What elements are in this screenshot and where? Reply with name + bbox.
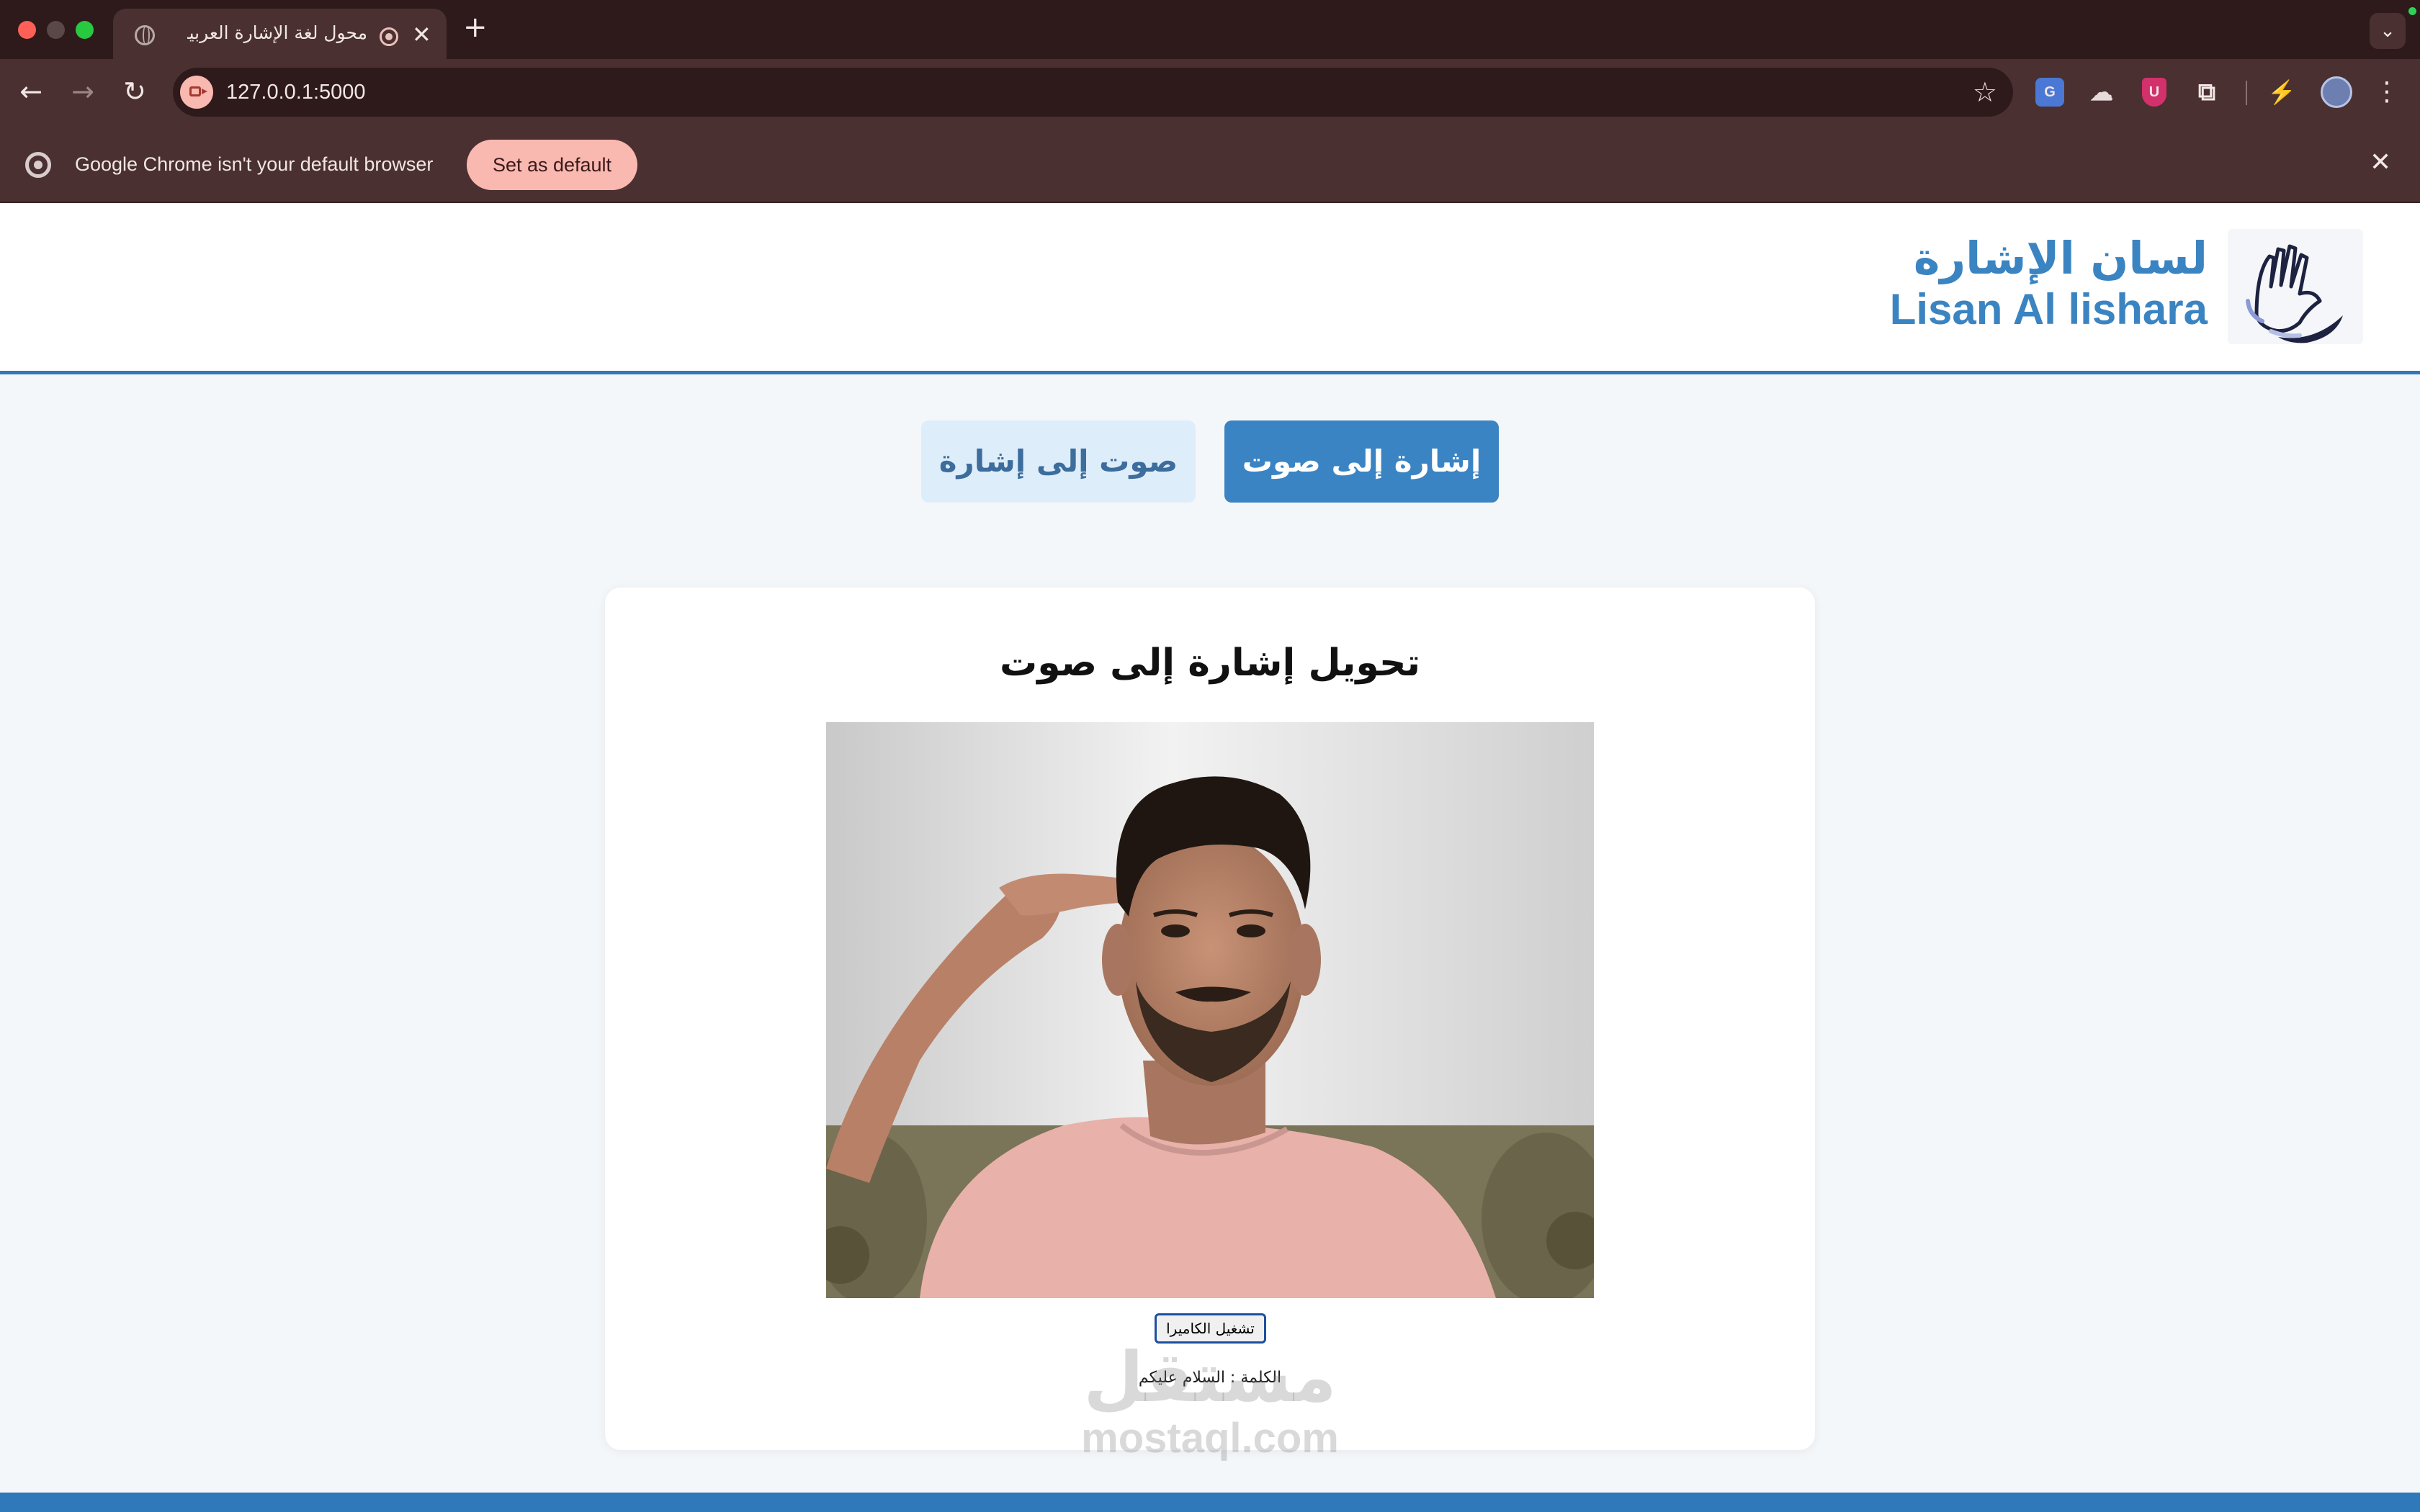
recording-indicator-icon: [380, 27, 398, 46]
tab-close-icon[interactable]: ✕: [412, 22, 431, 48]
card-title: تحويل إشارة إلى صوت: [999, 642, 1421, 685]
tab-title: محول لغة الإشارة العربية: [187, 22, 367, 43]
address-bar[interactable]: 127.0.0.1:5000 ☆: [173, 68, 2013, 117]
logo-english: Lisan Al lishara: [1889, 285, 2208, 333]
footer-bar: [0, 1493, 2420, 1512]
infobar-message: Google Chrome isn't your default browser: [75, 153, 434, 175]
window-close-button[interactable]: [18, 21, 36, 39]
forward-icon[interactable]: →: [63, 72, 102, 111]
tab-search-button[interactable]: ⌄: [2370, 13, 2406, 49]
voice-to-sign-button[interactable]: صوت إلى إشارة: [921, 420, 1196, 503]
hand-logo-icon[interactable]: [2228, 229, 2363, 344]
profile-avatar[interactable]: [2321, 76, 2352, 108]
toolbar-separator: [2246, 81, 2247, 105]
browser-tab-strip: محول لغة الإشارة العربية ✕ + ⌄: [0, 0, 2420, 59]
more-menu-icon[interactable]: ⋮: [2374, 75, 2400, 109]
camera-in-use-icon[interactable]: [180, 76, 213, 109]
reload-icon[interactable]: ↻: [115, 72, 154, 111]
cloud-extension-icon[interactable]: ☁: [2087, 78, 2116, 107]
infobar-close-icon[interactable]: ✕: [2370, 147, 2391, 179]
start-camera-button[interactable]: تشغيل الكاميرا: [1155, 1313, 1266, 1344]
browser-tab-active[interactable]: محول لغة الإشارة العربية ✕: [113, 9, 447, 59]
site-header: لسان الإشارة Lisan Al lishara: [0, 203, 2420, 374]
browser-toolbar: ← → ↻ 127.0.0.1:5000 ☆ G ☁ U ⧉ ⚡ ⋮: [0, 59, 2420, 125]
notification-dot: [2408, 7, 2416, 15]
new-tab-button[interactable]: +: [463, 12, 488, 43]
url-text[interactable]: 127.0.0.1:5000: [226, 78, 366, 107]
performance-icon[interactable]: ⚡: [2267, 78, 2296, 107]
translate-extension-icon[interactable]: G: [2035, 78, 2064, 107]
site-logo-text[interactable]: لسان الإشارة Lisan Al lishara: [1890, 233, 2208, 336]
back-icon[interactable]: ←: [12, 72, 50, 111]
chrome-logo-icon: [25, 152, 51, 178]
default-browser-infobar: Google Chrome isn't your default browser…: [0, 125, 2420, 203]
logo-arabic: لسان الإشارة: [1913, 232, 2208, 284]
camera-video-feed: [826, 722, 1594, 1298]
sign-to-voice-button[interactable]: إشارة إلى صوت: [1224, 420, 1499, 503]
window-minimize-button[interactable]: [47, 21, 65, 39]
recognized-word-label: الكلمة : السلام عليكم: [1138, 1369, 1282, 1387]
translator-card: تحويل إشارة إلى صوت تشغيل الكاميرا الكلم…: [605, 588, 1815, 1450]
window-maximize-button[interactable]: [76, 21, 94, 39]
shield-extension-icon[interactable]: U: [2142, 78, 2166, 107]
bookmark-star-icon[interactable]: ☆: [1973, 75, 1997, 109]
set-as-default-button[interactable]: Set as default: [467, 140, 637, 190]
extensions-puzzle-icon[interactable]: ⧉: [2192, 78, 2221, 107]
globe-icon: [135, 25, 155, 45]
